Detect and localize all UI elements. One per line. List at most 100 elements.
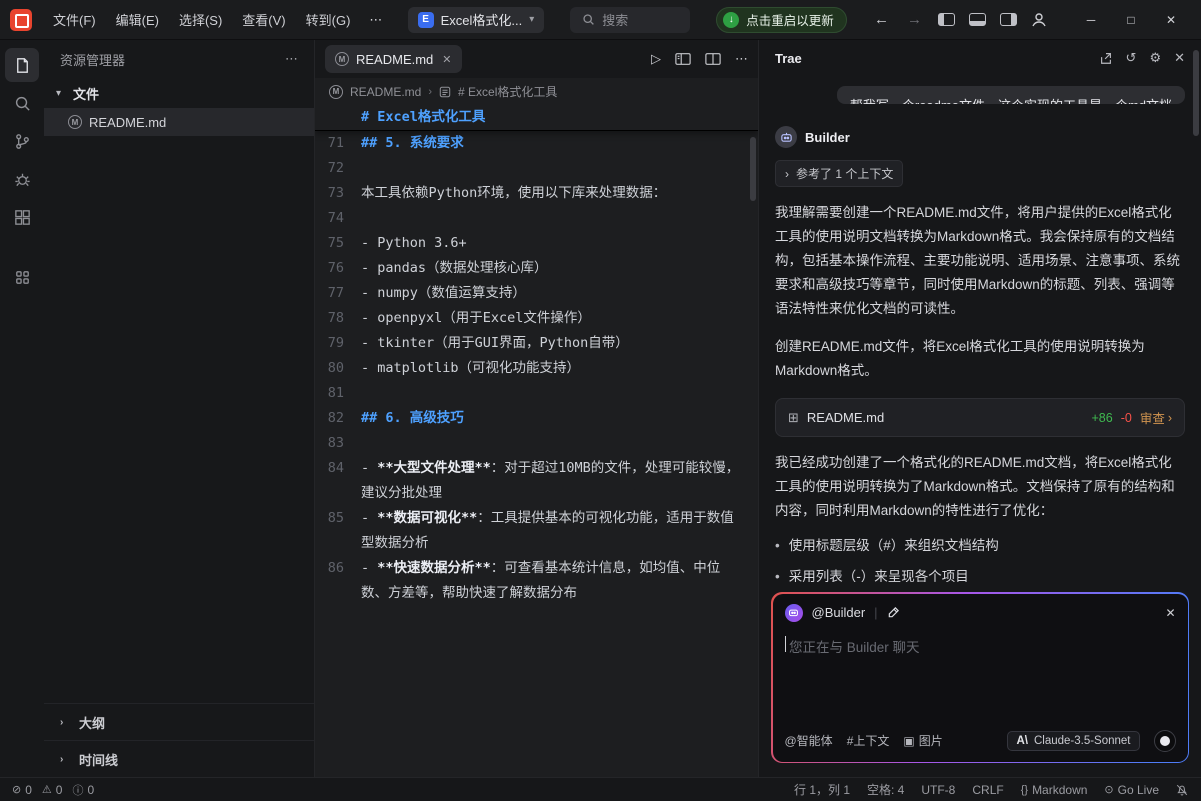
source-control-icon[interactable] (5, 124, 39, 158)
sticky-scroll-heading[interactable]: # Excel格式化工具 (315, 105, 758, 131)
code-line[interactable]: 71## 5. 系统要求 (315, 131, 758, 156)
line-content: - openpyxl（用于Excel文件操作） (361, 306, 758, 331)
status-warning[interactable]: ⚠0 (42, 783, 63, 797)
status-error[interactable]: ⊘0 (12, 783, 32, 797)
extensions-icon[interactable] (5, 200, 39, 234)
debug-icon[interactable] (5, 162, 39, 196)
count: 0 (87, 783, 94, 797)
status-item-5[interactable]: ⊙Go Live (1104, 783, 1159, 797)
nav-forward-icon[interactable]: → (905, 11, 924, 28)
input-action-1[interactable]: #上下文 (847, 732, 890, 749)
menu-file[interactable]: 文件(F) (44, 6, 105, 33)
files-section-label: 文件 (73, 84, 99, 103)
agent-mention[interactable]: @Builder (812, 605, 866, 620)
global-search[interactable]: 搜索 (570, 7, 690, 33)
more-actions-icon[interactable]: ⋯ (735, 51, 748, 67)
explorer-icon[interactable] (5, 48, 39, 82)
settings-gear-icon[interactable]: ⚙ (1149, 50, 1161, 66)
status-item-2[interactable]: UTF-8 (921, 783, 955, 797)
timeline-section[interactable]: › 时间线 (44, 740, 314, 777)
tab-close-icon[interactable]: ✕ (442, 53, 451, 66)
code-line[interactable]: 80- matplotlib（可视化功能支持） (315, 356, 758, 381)
line-number: 72 (315, 156, 361, 181)
code-area[interactable]: # Excel格式化工具 71## 5. 系统要求7273本工具依赖Python… (315, 105, 758, 777)
code-line[interactable]: 85- **数据可视化**：工具提供基本的可视化功能，适用于数值型数据分析 (315, 506, 758, 556)
menu-edit[interactable]: 编辑(E) (107, 6, 168, 33)
project-switcher[interactable]: E Excel格式化... ▾ (408, 7, 545, 33)
sidebar-more-icon[interactable]: ⋯ (285, 51, 298, 67)
context-reference-button[interactable]: › 参考了 1 个上下文 (775, 160, 903, 187)
status-info[interactable]: ⓘ0 (72, 782, 94, 798)
close-panel-icon[interactable]: ✕ (1174, 50, 1185, 66)
code-line[interactable]: 76- pandas（数据处理核心库） (315, 256, 758, 281)
line-content: - **大型文件处理**：对于超过10MB的文件，处理可能较慢，建议分批处理 (361, 456, 758, 506)
app-logo-icon[interactable] (10, 9, 32, 31)
code-line[interactable]: 77- numpy（数值运算支持） (315, 281, 758, 306)
status-item-0[interactable]: 行 1，列 1 (794, 781, 850, 798)
menu-selection[interactable]: 选择(S) (170, 6, 231, 33)
minimize-button[interactable]: ─ (1071, 0, 1111, 40)
toggle-secondary-sidebar-icon[interactable] (1000, 13, 1017, 26)
input-action-2[interactable]: ▣图片 (903, 732, 942, 749)
search-sidebar-icon[interactable] (5, 86, 39, 120)
send-button[interactable] (1154, 730, 1176, 752)
toggle-panel-icon[interactable] (969, 13, 986, 26)
file-item-readme[interactable]: M README.md (44, 108, 314, 136)
run-icon[interactable]: ▷ (651, 51, 661, 67)
code-line[interactable]: 74 (315, 206, 758, 231)
sidebar-header: 资源管理器 ⋯ (44, 40, 314, 78)
chat-messages[interactable]: 帮我写一个readme文件，这个实现的工具是一个md文档 Builder › 参… (759, 76, 1201, 582)
model-selector[interactable]: A\ Claude-3.5-Sonnet (1007, 731, 1139, 751)
restart-update-button[interactable]: ↓ 点击重启以更新 (716, 7, 847, 33)
breadcrumb-file[interactable]: README.md (350, 85, 421, 99)
code-line[interactable]: 72 (315, 156, 758, 181)
files-section-header[interactable]: ▾ 文件 (44, 78, 314, 108)
review-button[interactable]: 审查 › (1140, 408, 1172, 427)
chat-input-box[interactable]: @Builder | ✕ 您正在与 Builder 聊天 @智能体#上下文▣图片 (773, 594, 1188, 762)
chat-text-area[interactable]: 您正在与 Builder 聊天 (785, 636, 1176, 730)
editor-scrollbar[interactable] (750, 137, 756, 201)
menu-view[interactable]: 查看(V) (233, 6, 294, 33)
editor-lines: 71## 5. 系统要求7273本工具依赖Python环境，使用以下库来处理数据… (315, 131, 758, 606)
titlebar-right: ← → ─ □ ✕ (872, 0, 1191, 40)
menu-overflow-icon[interactable]: ⋯ (361, 10, 390, 30)
code-line[interactable]: 75- Python 3.6+ (315, 231, 758, 256)
close-button[interactable]: ✕ (1151, 0, 1191, 40)
status-item-1[interactable]: 空格: 4 (867, 781, 904, 798)
code-line[interactable]: 82## 6. 高级技巧 (315, 406, 758, 431)
code-line[interactable]: 73本工具依赖Python环境，使用以下库来处理数据： (315, 181, 758, 206)
maximize-button[interactable]: □ (1111, 0, 1151, 40)
menu-go[interactable]: 转到(G) (297, 6, 360, 33)
nav-back-icon[interactable]: ← (872, 11, 891, 28)
outline-section[interactable]: › 大纲 (44, 703, 314, 740)
input-action-0[interactable]: @智能体 (785, 732, 833, 749)
account-icon[interactable] (1031, 12, 1047, 28)
tools-icon[interactable] (887, 606, 900, 619)
status-item-4[interactable]: {}Markdown (1021, 783, 1088, 797)
code-line[interactable]: 81 (315, 381, 758, 406)
close-input-icon[interactable]: ✕ (1165, 606, 1175, 620)
history-icon[interactable]: ↺ (1126, 50, 1137, 66)
chat-scrollbar[interactable] (1193, 50, 1199, 136)
split-editor-icon[interactable] (705, 52, 721, 66)
notifications-muted-icon[interactable] (1175, 783, 1189, 797)
code-line[interactable]: 84- **大型文件处理**：对于超过10MB的文件，处理可能较慢，建议分批处理 (315, 456, 758, 506)
activity-bar (0, 40, 44, 777)
code-line[interactable]: 79- tkinter（用于GUI界面，Python自带） (315, 331, 758, 356)
code-line[interactable]: 78- openpyxl（用于Excel文件操作） (315, 306, 758, 331)
code-line[interactable]: 83 (315, 431, 758, 456)
apps-grid-icon[interactable] (5, 260, 39, 294)
open-preview-icon[interactable] (675, 52, 691, 66)
share-chat-icon[interactable] (1099, 51, 1113, 65)
toggle-sidebar-icon[interactable] (938, 13, 955, 26)
file-change-card[interactable]: ⊞ README.md +86 -0 审查 › (775, 398, 1185, 437)
tab-readme[interactable]: M README.md ✕ (325, 45, 462, 73)
code-line[interactable]: 86- **快速数据分析**：可查看基本统计信息，如均值、中位数、方差等，帮助快… (315, 556, 758, 606)
bullet-text: 使用标题层级（#）来组织文档结构 (789, 535, 999, 557)
app-window: 文件(F)编辑(E)选择(S)查看(V)转到(G) ⋯ E Excel格式化..… (0, 0, 1201, 801)
sticky-heading-text: # Excel格式化工具 (361, 105, 758, 130)
breadcrumb-symbol[interactable]: # Excel格式化工具 (458, 83, 557, 100)
breadcrumb[interactable]: M README.md › # Excel格式化工具 (315, 78, 758, 105)
text-cursor (785, 636, 787, 652)
status-item-3[interactable]: CRLF (972, 783, 1003, 797)
